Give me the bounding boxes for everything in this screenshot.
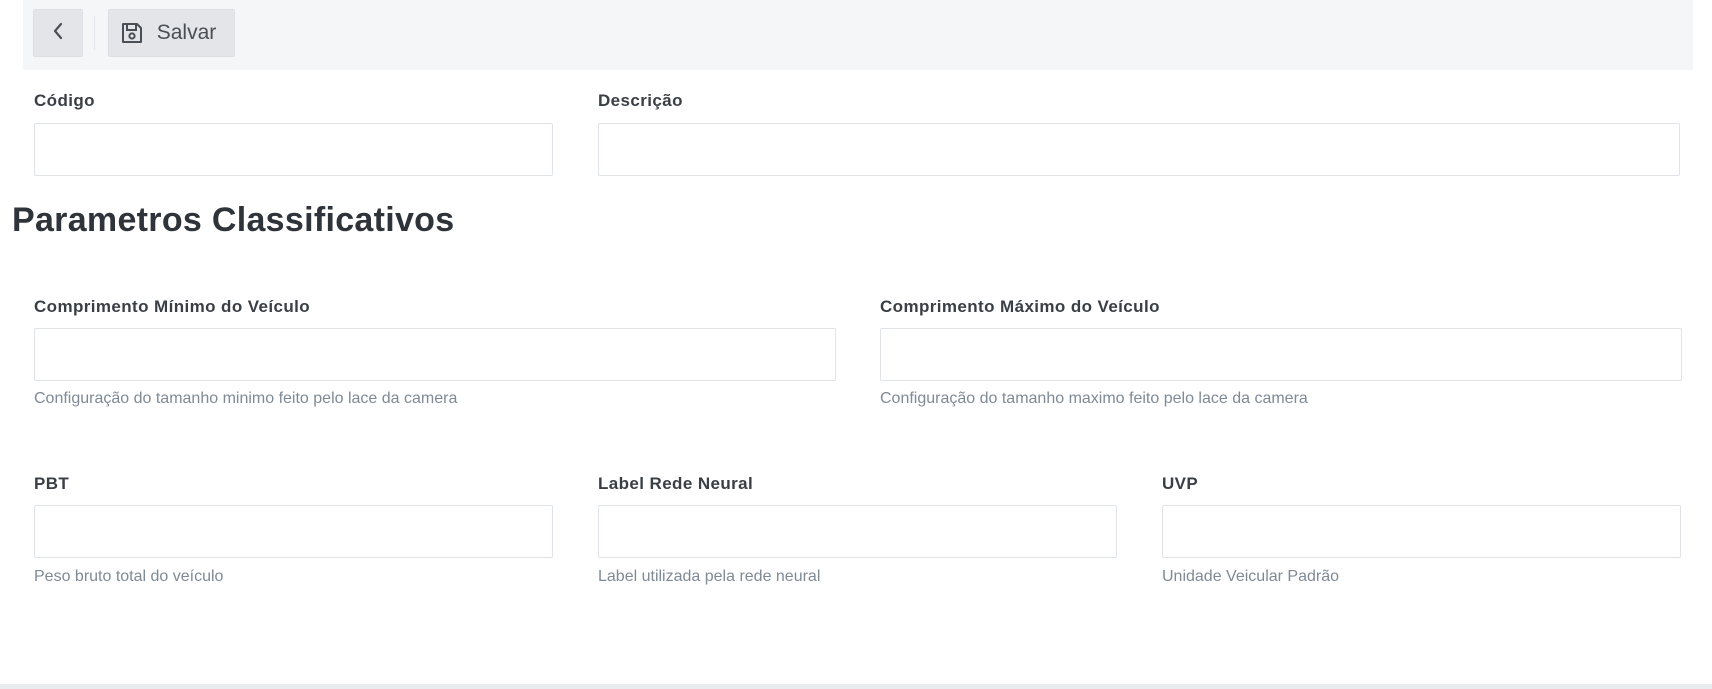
comprimento-minimo-input[interactable] [34, 328, 836, 381]
pbt-input[interactable] [34, 505, 553, 558]
label-rede-neural-input[interactable] [598, 505, 1117, 558]
section-title: Parametros Classificativos [12, 201, 455, 239]
descricao-input[interactable] [598, 123, 1680, 176]
toolbar-divider [94, 16, 95, 50]
descricao-label: Descrição [598, 91, 683, 110]
form-page: Salvar Código Descrição Parametros Class… [0, 0, 1712, 689]
codigo-label: Código [34, 91, 95, 110]
floppy-disk-icon [121, 22, 143, 44]
comprimento-maximo-input[interactable] [880, 328, 1682, 381]
comprimento-maximo-help: Configuração do tamanho maximo feito pel… [880, 390, 1308, 407]
uvp-label: UVP [1162, 474, 1199, 493]
chevron-left-icon [52, 22, 64, 45]
toolbar: Salvar [23, 0, 1693, 70]
save-button[interactable]: Salvar [108, 9, 235, 57]
codigo-input[interactable] [34, 123, 553, 176]
label-rede-neural-label: Label Rede Neural [598, 474, 754, 493]
save-button-label: Salvar [156, 21, 217, 44]
comprimento-minimo-label: Comprimento Mínimo do Veículo [34, 297, 311, 316]
uvp-input[interactable] [1162, 505, 1681, 558]
bottom-divider [0, 684, 1712, 689]
pbt-help: Peso bruto total do veículo [34, 568, 224, 585]
uvp-help: Unidade Veicular Padrão [1162, 568, 1340, 585]
label-rede-neural-help: Label utilizada pela rede neural [598, 568, 821, 585]
pbt-label: PBT [34, 474, 70, 493]
back-button[interactable] [33, 9, 83, 57]
comprimento-maximo-label: Comprimento Máximo do Veículo [880, 297, 1160, 316]
comprimento-minimo-help: Configuração do tamanho minimo feito pel… [34, 390, 458, 407]
